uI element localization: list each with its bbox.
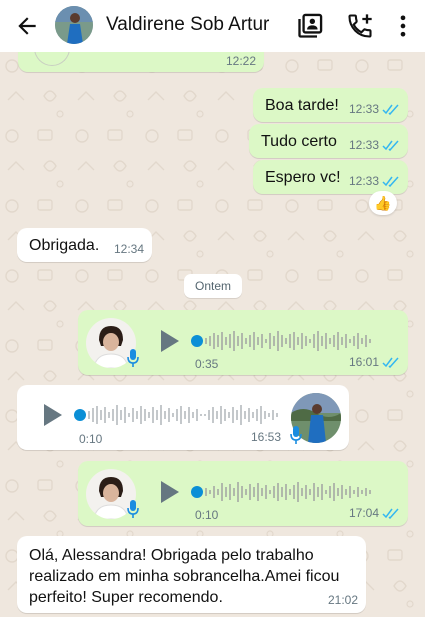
message-time: 16:01 xyxy=(348,355,379,369)
message-bubble-in[interactable]: Olá, Alessandra! Obrigada pelo trabalho … xyxy=(17,536,366,613)
message-time: 21:02 xyxy=(327,593,358,607)
message-bubble-out[interactable]: Tudo certo 12:33 xyxy=(249,124,408,158)
message-time: 12:33 xyxy=(348,138,379,152)
mic-icon xyxy=(127,349,139,367)
mic-icon xyxy=(290,426,302,444)
voice-duration: 0:10 xyxy=(195,508,219,522)
date-divider: Ontem xyxy=(184,274,242,298)
contact-name[interactable]: Valdirene Sob Artur xyxy=(106,14,269,36)
playback-position-dot[interactable] xyxy=(74,409,86,421)
play-icon[interactable] xyxy=(156,479,182,505)
back-arrow-icon[interactable] xyxy=(14,13,40,39)
contacts-card-icon[interactable] xyxy=(296,12,324,40)
read-ticks-icon xyxy=(382,104,399,115)
read-ticks-icon xyxy=(382,508,399,519)
message-line: perfeito! Super recomendo. xyxy=(29,589,223,606)
message-time: 12:33 xyxy=(348,174,379,188)
message-text: Espero vc! xyxy=(265,169,341,186)
reaction-badge[interactable]: 👍 xyxy=(369,191,397,215)
message-line: Olá, Alessandra! Obrigada pelo trabalho xyxy=(29,547,314,564)
message-time: 12:22 xyxy=(225,54,256,68)
read-ticks-icon xyxy=(382,140,399,151)
message-text: Olá, Alessandra! Obrigada pelo trabalho … xyxy=(29,545,339,608)
voice-message-out[interactable]: 0:10 17:04 xyxy=(78,461,408,526)
playback-position-dot[interactable] xyxy=(191,486,203,498)
more-vert-icon[interactable] xyxy=(389,12,417,40)
playback-position-dot[interactable] xyxy=(191,335,203,347)
message-bubble-in[interactable]: Obrigada. 12:34 xyxy=(17,228,152,262)
read-ticks-icon xyxy=(382,357,399,368)
message-bubble-out[interactable]: 12:22 xyxy=(18,52,264,72)
audio-waveform[interactable] xyxy=(86,402,282,428)
play-icon[interactable] xyxy=(156,328,182,354)
voice-duration: 0:10 xyxy=(79,432,103,446)
message-bubble-out[interactable]: Boa tarde! 12:33 xyxy=(253,88,408,122)
voice-message-in[interactable]: 0:10 16:53 xyxy=(17,385,349,450)
read-ticks-icon xyxy=(382,176,399,187)
message-line: realizado em minha sobrancelha.Amei fico… xyxy=(29,568,340,585)
message-time: 17:04 xyxy=(348,506,379,520)
message-bubble-out[interactable]: Espero vc! 12:33 xyxy=(253,160,408,194)
message-text: Boa tarde! xyxy=(265,97,339,114)
audio-waveform[interactable] xyxy=(203,328,373,354)
message-time: 16:53 xyxy=(250,430,281,444)
chat-header: Valdirene Sob Artur xyxy=(0,0,425,52)
chat-area[interactable]: 12:22 Boa tarde! 12:33 Tudo certo 12:33 … xyxy=(0,52,425,617)
message-time: 12:33 xyxy=(348,102,379,116)
message-text: Tudo certo xyxy=(261,133,337,150)
play-icon[interactable] xyxy=(39,402,65,428)
partial-preview xyxy=(34,52,70,66)
add-call-icon[interactable] xyxy=(346,12,374,40)
voice-duration: 0:35 xyxy=(195,357,219,371)
mic-icon xyxy=(127,500,139,518)
audio-waveform[interactable] xyxy=(203,479,373,505)
message-text: Obrigada. xyxy=(29,237,100,254)
message-time: 12:34 xyxy=(113,242,144,256)
contact-avatar[interactable] xyxy=(55,6,93,44)
voice-message-out[interactable]: 0:35 16:01 xyxy=(78,310,408,375)
